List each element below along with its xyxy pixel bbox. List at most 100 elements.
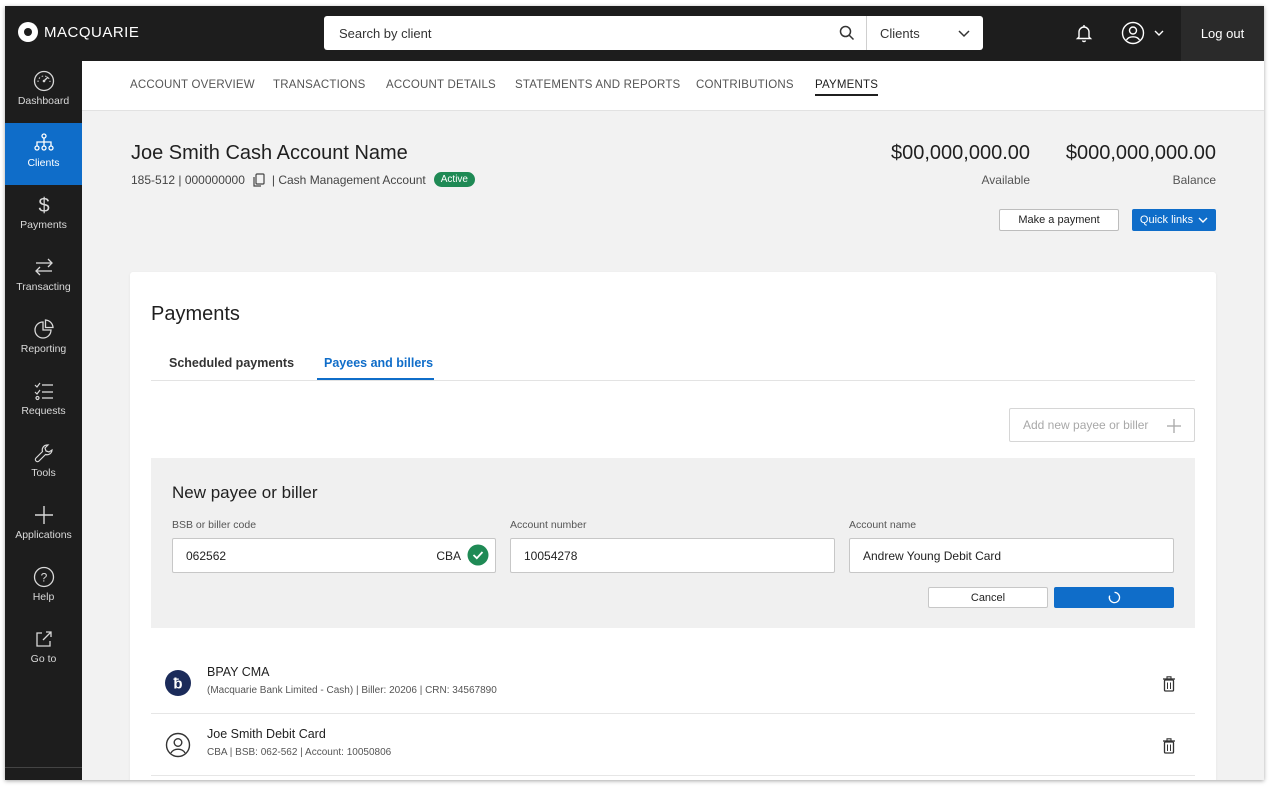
payee-details: CBA | BSB: 062-562 | Account: 10050806 — [207, 747, 392, 758]
plus-icon — [34, 506, 53, 524]
dollar-icon: $ — [38, 195, 49, 216]
sidebar-item-go-to[interactable]: Go to — [5, 619, 82, 681]
add-payee-button[interactable]: Add new payee or biller — [1009, 408, 1195, 442]
tab-statements-and-reports[interactable]: STATEMENTS AND REPORTS — [515, 79, 680, 91]
sidebar-item-applications[interactable]: Applications — [5, 495, 82, 557]
sidebar-item-label: Applications — [15, 529, 72, 541]
transfer-arrows-icon — [34, 258, 53, 276]
copy-icon[interactable] — [252, 172, 266, 187]
available-amount: $00,000,000.00 — [890, 142, 1030, 164]
quick-links-label: Quick links — [1139, 214, 1194, 226]
payee-details: (Macquarie Bank Limited - Cash) | Biller… — [207, 685, 497, 696]
logout-button[interactable]: Log out — [1181, 6, 1264, 61]
account-number-value: 10054278 — [524, 548, 578, 563]
payee-row[interactable]: ƀ BPAY CMA (Macquarie Bank Limited - Cas… — [151, 652, 1195, 714]
sidebar-item-tools[interactable]: Tools — [5, 433, 82, 495]
active-subtab-indicator — [317, 378, 434, 380]
tab-transactions[interactable]: TRANSACTIONS — [273, 79, 366, 91]
quick-links-button[interactable]: Quick links — [1132, 209, 1216, 231]
app-window: MACQUARIE Search by client Clients Log o… — [5, 6, 1264, 780]
account-number-field[interactable]: 10054278 — [510, 538, 835, 573]
payee-row[interactable]: Joe Smith Debit Card CBA | BSB: 062-562 … — [151, 714, 1195, 776]
user-menu-chevron-icon[interactable] — [1153, 27, 1165, 39]
hierarchy-icon — [33, 133, 54, 151]
trash-icon[interactable] — [1162, 676, 1176, 692]
balance-label: Balance — [1172, 173, 1216, 187]
search-placeholder: Search by client — [339, 25, 432, 41]
sidebar-item-requests[interactable]: Requests — [5, 371, 82, 433]
sidebar-item-label: Tools — [31, 467, 56, 479]
checklist-icon — [34, 382, 53, 401]
loading-spinner-icon — [1108, 591, 1120, 604]
macquarie-logo-icon — [18, 22, 38, 42]
pie-chart-icon — [33, 319, 54, 339]
search-input[interactable]: Search by client — [324, 16, 866, 50]
brand-name: MACQUARIE — [44, 23, 140, 41]
chevron-down-icon — [958, 30, 970, 38]
payee-name: Joe Smith Debit Card — [207, 727, 326, 741]
bank-code: CBA — [436, 549, 461, 563]
sidebar-divider — [5, 767, 82, 768]
tab-account-details[interactable]: ACCOUNT DETAILS — [386, 79, 496, 91]
tab-payees-and-billers[interactable]: Payees and billers — [324, 356, 433, 370]
form-title: New payee or biller — [172, 483, 318, 502]
svg-text:ƀ: ƀ — [173, 676, 182, 693]
account-type: | Cash Management Account — [271, 172, 426, 187]
plus-icon — [1167, 419, 1181, 433]
account-name-field[interactable]: Andrew Young Debit Card — [849, 538, 1174, 573]
search-scope-select[interactable]: Clients — [866, 16, 983, 50]
wrench-icon — [34, 444, 53, 463]
account-meta: 185-512 | 000000000 | Cash Management Ac… — [131, 172, 475, 187]
search-scope-value: Clients — [880, 25, 920, 41]
balance-amount: $000,000,000.00 — [1065, 142, 1216, 164]
available-label: Available — [981, 173, 1030, 187]
tab-scheduled-payments[interactable]: Scheduled payments — [169, 356, 294, 370]
trash-icon[interactable] — [1162, 738, 1176, 754]
help-icon: ? — [33, 566, 54, 588]
sidebar-item-transacting[interactable]: Transacting — [5, 247, 82, 309]
save-button[interactable] — [1054, 587, 1174, 608]
sidebar: Dashboard Clients $ Payments Transacting… — [5, 61, 82, 780]
payments-card: Payments Scheduled payments Payees and b… — [130, 272, 1216, 780]
bsb-label: BSB or biller code — [172, 519, 257, 531]
bsb-value: 062562 — [186, 548, 227, 563]
person-icon — [165, 732, 191, 758]
new-payee-form: New payee or biller BSB or biller code 0… — [151, 458, 1195, 628]
search-icon[interactable] — [838, 24, 856, 42]
brand-logo[interactable]: MACQUARIE — [18, 22, 139, 42]
account-number: 185-512 | 000000000 — [131, 172, 245, 187]
check-circle-icon — [467, 544, 489, 566]
chevron-down-icon — [1198, 217, 1208, 223]
bsb-field[interactable]: 062562 CBA — [172, 538, 496, 573]
tab-contributions[interactable]: CONTRIBUTIONS — [696, 79, 794, 91]
sidebar-item-help[interactable]: ? Help — [5, 557, 82, 619]
bell-icon[interactable] — [1073, 22, 1095, 44]
sidebar-item-dashboard[interactable]: Dashboard — [5, 61, 82, 123]
sidebar-item-label: Dashboard — [17, 95, 70, 107]
svg-text:$: $ — [38, 195, 49, 216]
svg-text:?: ? — [40, 571, 47, 585]
sidebar-item-clients[interactable]: Clients — [5, 123, 82, 185]
gauge-icon — [33, 70, 54, 92]
tab-account-overview[interactable]: ACCOUNT OVERVIEW — [130, 79, 255, 91]
status-badge: Active — [433, 172, 475, 187]
cancel-button[interactable]: Cancel — [928, 587, 1048, 608]
account-number-label: Account number — [510, 519, 587, 531]
sidebar-item-label: Transacting — [16, 281, 71, 293]
sidebar-item-label: Help — [32, 591, 55, 603]
payee-name: BPAY CMA — [207, 665, 270, 679]
sidebar-item-reporting[interactable]: Reporting — [5, 309, 82, 371]
tab-payments[interactable]: PAYMENTS — [815, 79, 879, 96]
sidebar-item-label: Payments — [20, 219, 67, 231]
user-avatar-icon[interactable] — [1121, 21, 1145, 45]
make-payment-button[interactable]: Make a payment — [999, 209, 1119, 231]
sidebar-item-label: Requests — [21, 405, 66, 417]
bpay-icon: ƀ — [165, 670, 191, 696]
account-name-label: Account name — [849, 519, 917, 531]
sidebar-item-payments[interactable]: $ Payments — [5, 185, 82, 247]
sidebar-item-label: Reporting — [20, 343, 67, 355]
sidebar-item-label: Clients — [27, 157, 60, 169]
payments-title: Payments — [151, 303, 240, 325]
account-name: Joe Smith Cash Account Name — [131, 142, 408, 164]
add-payee-label: Add new payee or biller — [1023, 418, 1149, 432]
